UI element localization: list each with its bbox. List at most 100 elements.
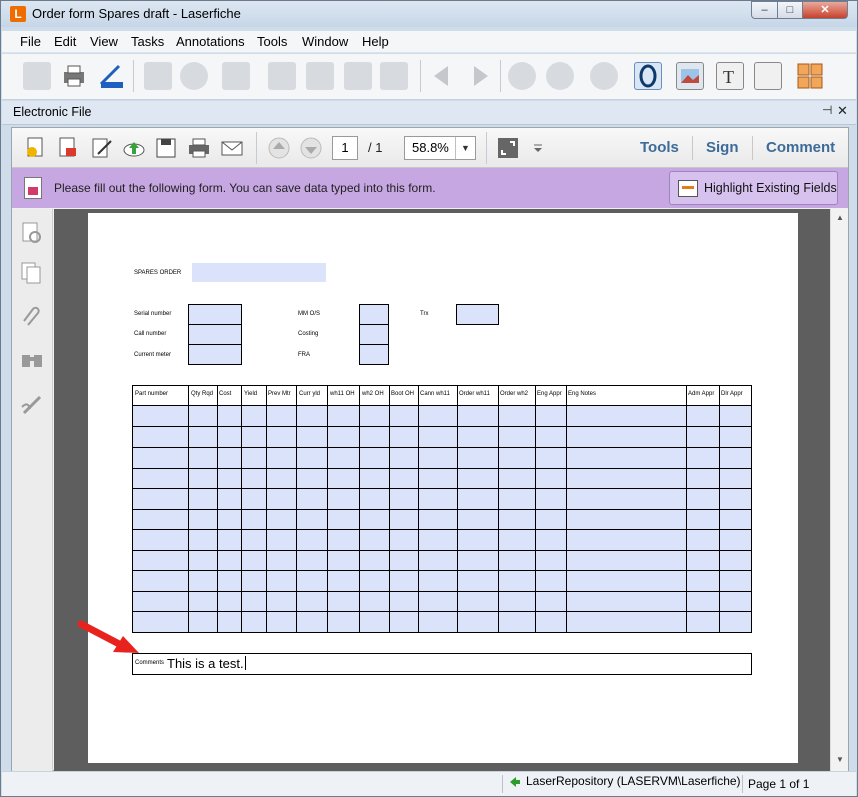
svg-text:T: T: [723, 67, 734, 87]
zoom-out-circle-icon[interactable]: [546, 62, 574, 90]
edit-icon[interactable]: [90, 136, 114, 160]
column-header: Eng Appr: [537, 391, 562, 397]
highlight-fields-icon: [678, 180, 698, 197]
minimize-button[interactable]: –: [751, 1, 778, 19]
main-toolbar: T: [2, 54, 856, 100]
highlighter-icon[interactable]: [344, 62, 372, 90]
text-caret: [244, 656, 246, 670]
pdf-print-icon[interactable]: [187, 136, 211, 160]
mm-os-field[interactable]: [359, 304, 389, 325]
prev-page-icon[interactable]: [267, 136, 291, 160]
pen-icon[interactable]: [306, 62, 334, 90]
scroll-up-arrow-icon[interactable]: ▲: [836, 213, 844, 222]
fra-label: FRA: [298, 352, 310, 358]
text-icon[interactable]: [380, 62, 408, 90]
column-header: wh2 OH: [362, 391, 384, 397]
menu-file[interactable]: File: [20, 34, 41, 49]
page-thumbnails-icon[interactable]: [20, 221, 44, 245]
print-icon[interactable]: [60, 62, 88, 90]
zoom-value: 58.8%: [412, 140, 449, 155]
page-total: / 1: [368, 140, 383, 155]
menu-window[interactable]: Window: [302, 34, 348, 49]
column-header: Cost: [219, 391, 232, 397]
menu-annotations[interactable]: Annotations: [176, 34, 245, 49]
menu-bar: File Edit View Tasks Annotations Tools W…: [2, 31, 856, 53]
column-header: Yield: [244, 391, 258, 397]
serial-number-label: Serial number: [134, 311, 172, 317]
page-info: Page 1 of 1: [748, 777, 810, 791]
electronic-file-title: Electronic File: [13, 105, 92, 119]
fra-field[interactable]: [359, 344, 389, 365]
call-number-label: Call number: [134, 331, 167, 337]
sticky-note-icon[interactable]: [268, 62, 296, 90]
scroll-down-arrow-icon[interactable]: ▼: [836, 755, 844, 764]
pdf-page: SPARES ORDER Serial number Call number C…: [88, 213, 798, 763]
email-icon[interactable]: [220, 136, 244, 160]
laserfiche-logo-icon: L: [10, 6, 26, 22]
vertical-scrollbar[interactable]: ▲ ▼: [830, 209, 848, 771]
stamp-icon[interactable]: [222, 62, 250, 90]
column-header: Boot OH: [391, 391, 415, 397]
menu-tools[interactable]: Tools: [257, 34, 287, 49]
status-bar: LaserRepository (LASERVM\Laserfiche) Pag…: [2, 771, 856, 796]
tools-link[interactable]: Tools: [640, 139, 679, 156]
mm-os-label: MM O/S: [298, 311, 320, 317]
sign-link[interactable]: Sign: [706, 139, 739, 156]
zoom-in-icon[interactable]: [180, 62, 208, 90]
table-header: Part number Qty Rqd Cost Yield Prev Mtr …: [133, 386, 751, 406]
zoom-in-circle-icon[interactable]: [508, 62, 536, 90]
menu-tasks[interactable]: Tasks: [131, 34, 164, 49]
table-body[interactable]: [133, 406, 751, 632]
side-navigation-panel: [12, 209, 53, 771]
forward-icon[interactable]: [466, 62, 494, 90]
comments-field[interactable]: Comments This is a test.: [132, 653, 752, 675]
column-header: Part number: [135, 391, 169, 397]
comments-value[interactable]: This is a test.: [167, 656, 246, 671]
create-pdf-icon[interactable]: [56, 136, 80, 160]
highlight-fields-button[interactable]: Highlight Existing Fields: [669, 171, 838, 205]
open-file-icon[interactable]: [24, 136, 48, 160]
zoom-dropdown-button[interactable]: ▼: [455, 137, 475, 159]
cloud-upload-icon[interactable]: [122, 136, 146, 160]
serial-number-field[interactable]: [188, 304, 242, 325]
menu-help[interactable]: Help: [362, 34, 389, 49]
fullscreen-icon[interactable]: [496, 136, 520, 160]
scanner-icon[interactable]: [97, 62, 125, 90]
trx-field[interactable]: [456, 304, 499, 325]
close-button[interactable]: ✕: [802, 1, 848, 19]
list-icon[interactable]: [754, 62, 782, 90]
refresh-icon[interactable]: [590, 62, 618, 90]
panel-close-icon[interactable]: ✕: [837, 103, 848, 119]
call-number-field[interactable]: [188, 324, 242, 345]
text-box-icon[interactable]: T: [716, 62, 744, 90]
pdf-save-icon[interactable]: [154, 136, 178, 160]
window-title: Order form Spares draft - Laserfiche: [32, 6, 241, 21]
signature-icon[interactable]: [20, 393, 44, 417]
attachment-icon[interactable]: [20, 305, 44, 329]
menu-view[interactable]: View: [90, 34, 118, 49]
search-icon[interactable]: [20, 349, 44, 373]
current-meter-field[interactable]: [188, 344, 242, 365]
spares-order-label: SPARES ORDER: [134, 270, 182, 276]
spares-order-field[interactable]: [192, 263, 326, 282]
pin-icon[interactable]: ⊣: [822, 103, 832, 117]
document-area: SPARES ORDER Serial number Call number C…: [54, 209, 830, 771]
save-icon[interactable]: [23, 62, 51, 90]
page-number-input[interactable]: 1: [332, 136, 358, 160]
menu-edit[interactable]: Edit: [54, 34, 76, 49]
next-page-icon[interactable]: [299, 136, 323, 160]
costing-field[interactable]: [359, 324, 389, 345]
image-icon[interactable]: [676, 62, 704, 90]
back-icon[interactable]: [428, 62, 456, 90]
current-meter-label: Current meter: [134, 352, 172, 358]
thumbnails-icon[interactable]: [796, 62, 824, 90]
zoom-select[interactable]: 58.8% ▼: [404, 136, 476, 160]
more-icon[interactable]: [528, 136, 552, 160]
copy-pages-icon[interactable]: [20, 261, 44, 285]
pan-hand-icon[interactable]: [144, 62, 172, 90]
maximize-button[interactable]: □: [777, 1, 803, 19]
form-document-icon: [24, 177, 42, 199]
form-message: Please fill out the following form. You …: [54, 181, 436, 195]
comment-link[interactable]: Comment: [766, 139, 835, 156]
ocr-icon[interactable]: [634, 62, 662, 90]
